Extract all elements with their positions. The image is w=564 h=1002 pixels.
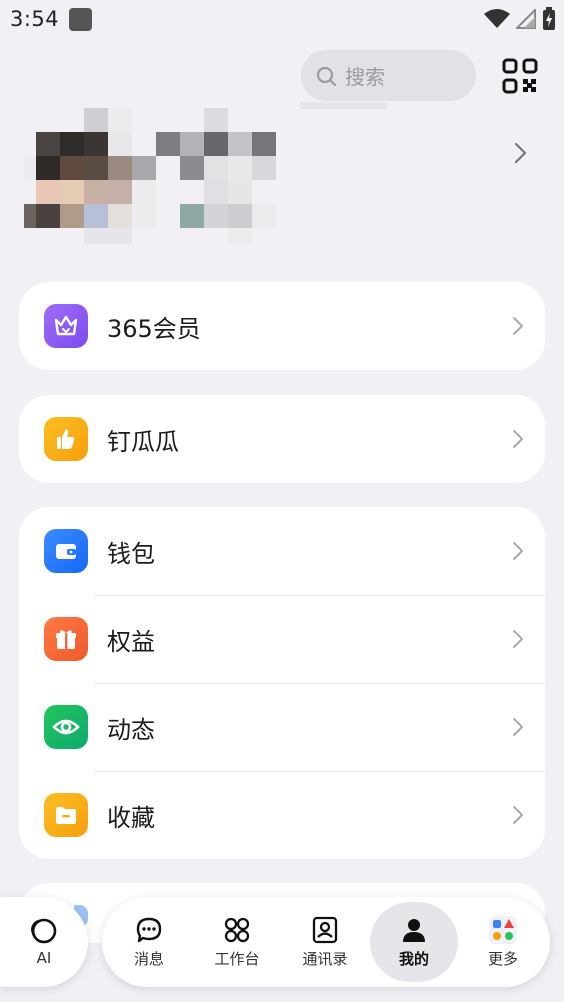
membership-card: 365会员 bbox=[19, 282, 545, 370]
bottom-tab-bar: 消息 工作台 通讯录 我的 更多 bbox=[102, 897, 550, 987]
tab-label: 工作台 bbox=[214, 949, 260, 968]
features-card: 钱包 权益 动态 收藏 bbox=[19, 507, 545, 859]
profile-screen: 3:54 搜索 365会员 钉瓜瓜 钱包 权益 动态 收藏 AI 消息 工作台 … bbox=[0, 0, 564, 1002]
tab-label: 通讯录 bbox=[302, 949, 348, 968]
status-indicators bbox=[484, 7, 556, 31]
tab-label: 消息 bbox=[133, 949, 164, 968]
tab-mine[interactable]: 我的 bbox=[370, 897, 458, 987]
contact-card-icon bbox=[312, 916, 338, 943]
eye-icon bbox=[44, 705, 88, 749]
wifi-icon bbox=[484, 9, 510, 28]
search-placeholder: 搜索 bbox=[345, 65, 385, 89]
notification-app-icon bbox=[69, 8, 92, 31]
chevron-right-icon bbox=[513, 630, 523, 648]
battery-icon bbox=[543, 7, 555, 30]
menu-row-label: 动态 bbox=[107, 715, 155, 744]
tab-label: 更多 bbox=[487, 949, 518, 968]
menu-row-label: 权益 bbox=[107, 627, 155, 656]
menu-row-label: 365会员 bbox=[107, 314, 201, 343]
tab-label: 我的 bbox=[398, 949, 429, 968]
menu-row-label: 收藏 bbox=[107, 803, 155, 832]
menu-row-moments[interactable]: 动态 bbox=[19, 683, 545, 771]
chevron-right-icon[interactable] bbox=[510, 140, 530, 166]
search-underline bbox=[300, 102, 386, 109]
menu-row-favorites[interactable]: 收藏 bbox=[19, 771, 545, 859]
search-bar[interactable]: 搜索 bbox=[301, 50, 476, 101]
chevron-right-icon bbox=[513, 317, 523, 335]
search-icon bbox=[316, 66, 337, 86]
dingguagua-card: 钉瓜瓜 bbox=[19, 395, 545, 483]
menu-row-membership[interactable]: 365会员 bbox=[19, 282, 545, 370]
tab-workbench[interactable]: 工作台 bbox=[193, 897, 281, 987]
folder-icon bbox=[44, 793, 88, 837]
grid-icon bbox=[224, 917, 250, 942]
crown-icon bbox=[44, 304, 88, 348]
tab-messages[interactable]: 消息 bbox=[105, 897, 193, 987]
chevron-right-icon bbox=[513, 430, 523, 448]
signal-icon bbox=[516, 9, 536, 29]
profile-avatar-pixelated[interactable] bbox=[24, 108, 276, 244]
ai-button[interactable]: AI bbox=[0, 897, 88, 987]
tab-more[interactable]: 更多 bbox=[459, 897, 547, 987]
gift-icon bbox=[44, 617, 88, 661]
menu-row-label: 钱包 bbox=[107, 539, 155, 568]
menu-row-label: 钉瓜瓜 bbox=[107, 427, 179, 456]
status-time: 3:54 bbox=[10, 7, 60, 31]
chevron-right-icon bbox=[513, 542, 523, 560]
menu-row-dingguagua[interactable]: 钉瓜瓜 bbox=[19, 395, 545, 483]
ai-icon bbox=[31, 918, 57, 944]
more-apps-icon bbox=[489, 915, 517, 944]
qr-code-icon[interactable] bbox=[502, 58, 538, 94]
status-bar: 3:54 bbox=[0, 0, 564, 40]
person-icon bbox=[403, 918, 425, 942]
chat-bubble-icon bbox=[136, 917, 162, 942]
menu-row-wallet[interactable]: 钱包 bbox=[19, 507, 545, 595]
wallet-icon bbox=[44, 529, 88, 573]
menu-row-benefits[interactable]: 权益 bbox=[19, 595, 545, 683]
ai-label: AI bbox=[36, 949, 52, 967]
thumbs-up-icon bbox=[44, 417, 88, 461]
chevron-right-icon bbox=[513, 806, 523, 824]
tab-contacts[interactable]: 通讯录 bbox=[281, 897, 369, 987]
chevron-right-icon bbox=[513, 718, 523, 736]
